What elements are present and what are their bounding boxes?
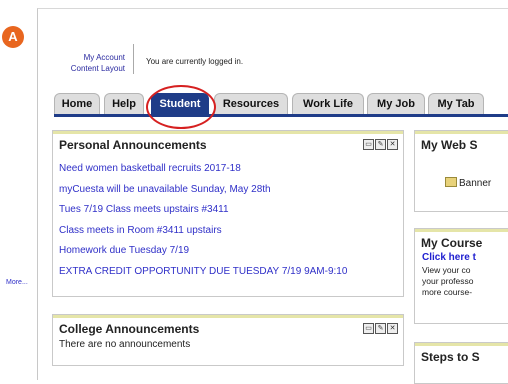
panel-controls: ▭ ✎ ✕ xyxy=(362,323,398,341)
account-links: My Account Content Layout xyxy=(48,52,125,74)
account-divider xyxy=(133,44,134,74)
panel-title: College Announcements xyxy=(59,322,200,336)
announcement-link[interactable]: Need women basketball recruits 2017-18 xyxy=(59,159,399,180)
announcement-link[interactable]: myCuesta will be unavailable Sunday, May… xyxy=(59,180,399,201)
announcement-link[interactable]: Homework due Tuesday 7/19 xyxy=(59,241,399,262)
banner-folder[interactable]: Banner xyxy=(445,177,491,189)
minimize-icon[interactable]: ▭ xyxy=(363,323,374,334)
tab-my-job[interactable]: My Job xyxy=(367,93,425,114)
folder-label: Banner xyxy=(459,178,492,189)
my-account-link[interactable]: My Account xyxy=(48,52,125,63)
panel-controls: ▭ ✎ ✕ xyxy=(362,139,398,157)
minimize-icon[interactable]: ▭ xyxy=(363,139,374,150)
content-layout-link[interactable]: Content Layout xyxy=(48,63,125,74)
edit-icon[interactable]: ✎ xyxy=(375,323,386,334)
close-icon[interactable]: ✕ xyxy=(387,323,398,334)
panel-title: My Web S xyxy=(421,138,478,152)
course-description: View your co your professo more course- xyxy=(422,265,474,298)
announcement-link[interactable]: EXTRA CREDIT OPPORTUNITY DUE TUESDAY 7/1… xyxy=(59,262,399,283)
folder-icon xyxy=(445,177,457,187)
click-here-link[interactable]: Click here t xyxy=(422,252,476,263)
announcement-link[interactable]: Class meets in Room #3411 upstairs xyxy=(59,221,399,242)
tab-resources[interactable]: Resources xyxy=(214,93,288,114)
empty-announcements-text: There are no announcements xyxy=(59,339,191,350)
login-status: You are currently logged in. xyxy=(146,57,244,66)
course-text-line: more course- xyxy=(422,287,473,297)
my-websites-panel: My Web S Banner xyxy=(414,130,508,212)
student-tab-highlight-circle xyxy=(146,85,216,129)
tab-my-tab[interactable]: My Tab xyxy=(428,93,484,114)
edit-icon[interactable]: ✎ xyxy=(375,139,386,150)
college-announcements-panel: College Announcements ▭ ✎ ✕ There are no a… xyxy=(52,314,404,366)
panel-top-bar xyxy=(53,131,403,134)
course-text-line: your professo xyxy=(422,276,474,286)
panel-title: Steps to S xyxy=(421,350,480,364)
close-icon[interactable]: ✕ xyxy=(387,139,398,150)
tab-underline xyxy=(54,114,508,117)
panel-title: My Course xyxy=(421,236,483,250)
tab-home[interactable]: Home xyxy=(54,93,100,114)
steps-panel: Steps to S xyxy=(414,342,508,384)
step-badge: A xyxy=(2,26,24,48)
tab-help[interactable]: Help xyxy=(104,93,144,114)
my-courses-panel: My Course Click here t View your co your… xyxy=(414,228,508,324)
panel-top-bar xyxy=(53,315,403,318)
tab-work-life[interactable]: Work Life xyxy=(292,93,364,114)
panel-top-bar xyxy=(415,131,508,134)
course-text-line: View your co xyxy=(422,265,471,275)
panel-title: Personal Announcements xyxy=(59,138,207,152)
panel-top-bar xyxy=(415,343,508,346)
panel-top-bar xyxy=(415,229,508,232)
announcement-list: Need women basketball recruits 2017-18 m… xyxy=(59,159,399,282)
announcement-link[interactable]: Tues 7/19 Class meets upstairs #3411 xyxy=(59,200,399,221)
more-link[interactable]: More... xyxy=(6,279,28,286)
personal-announcements-panel: Personal Announcements ▭ ✎ ✕ Need women ba… xyxy=(52,130,404,297)
